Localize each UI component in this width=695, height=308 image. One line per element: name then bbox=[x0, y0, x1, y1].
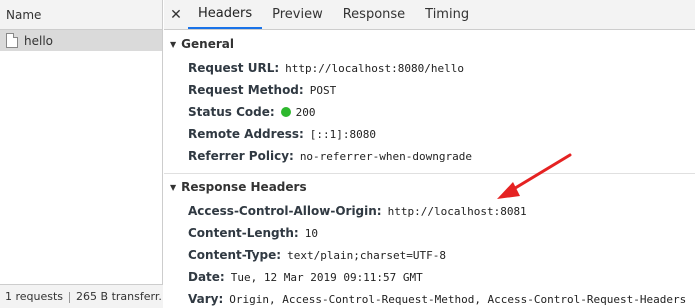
general-section-header[interactable]: ▼ General bbox=[164, 31, 695, 57]
request-count: 1 requests bbox=[5, 290, 64, 303]
header-row: Content-Type: text/plain;charset=UTF-8 bbox=[164, 244, 695, 266]
header-row: Request URL: http://localhost:8080/hello bbox=[164, 57, 695, 79]
header-row: Remote Address: [::1]:8080 bbox=[164, 123, 695, 145]
header-key: Request Method: bbox=[188, 83, 304, 97]
close-icon[interactable]: ✕ bbox=[164, 0, 188, 29]
transferred-size: 265 B transferr... bbox=[76, 290, 163, 303]
header-value: POST bbox=[309, 83, 337, 97]
status-ok-icon bbox=[280, 107, 291, 117]
triangle-down-icon: ▼ bbox=[170, 39, 177, 49]
header-value: http://localhost:8080/hello bbox=[285, 61, 464, 75]
general-section: ▼ General Request URL: http://localhost:… bbox=[164, 31, 695, 174]
request-details-pane: ✕ Headers Preview Response Timing ▼ Gene… bbox=[164, 0, 695, 308]
header-value: text/plain;charset=UTF-8 bbox=[287, 248, 447, 262]
header-key: Request URL: bbox=[188, 61, 280, 75]
header-key: Content-Length: bbox=[188, 226, 299, 240]
header-row: Access-Control-Allow-Origin: http://loca… bbox=[164, 200, 695, 222]
header-value: Tue, 12 Mar 2019 09:11:57 GMT bbox=[230, 270, 423, 284]
header-value: Origin, Access-Control-Request-Method, A… bbox=[229, 292, 687, 306]
header-key: Date: bbox=[188, 270, 225, 284]
header-row: Status Code: 200 bbox=[164, 101, 695, 123]
header-row: Vary: Origin, Access-Control-Request-Met… bbox=[164, 288, 695, 308]
header-row: Content-Length: 10 bbox=[164, 222, 695, 244]
header-value: http://localhost:8081 bbox=[387, 204, 527, 218]
name-column-header[interactable]: Name bbox=[0, 0, 162, 30]
header-value: 200 bbox=[295, 105, 316, 119]
status-separator bbox=[69, 291, 71, 303]
header-value: 10 bbox=[304, 226, 318, 240]
header-key: Access-Control-Allow-Origin: bbox=[188, 204, 382, 218]
tab-headers[interactable]: Headers bbox=[188, 0, 263, 29]
header-row: Request Method: POST bbox=[164, 79, 695, 101]
request-name: hello bbox=[24, 33, 53, 48]
network-status-bar: 1 requests 265 B transferr... bbox=[0, 284, 163, 308]
header-key: Status Code: bbox=[188, 105, 275, 119]
response-headers-section-header[interactable]: ▼ Response Headers bbox=[164, 174, 695, 200]
header-key: Vary: bbox=[188, 292, 224, 306]
triangle-down-icon: ▼ bbox=[170, 182, 177, 192]
request-row-hello[interactable]: hello bbox=[0, 30, 162, 51]
details-tab-bar: ✕ Headers Preview Response Timing bbox=[164, 0, 695, 30]
header-key: Remote Address: bbox=[188, 127, 304, 141]
header-key: Referrer Policy: bbox=[188, 149, 294, 163]
header-key: Content-Type: bbox=[188, 248, 282, 262]
header-value: no-referrer-when-downgrade bbox=[299, 149, 472, 163]
header-row: Referrer Policy: no-referrer-when-downgr… bbox=[164, 145, 695, 167]
tab-preview[interactable]: Preview bbox=[262, 0, 333, 29]
tab-response[interactable]: Response bbox=[333, 0, 415, 29]
request-list-pane: Name hello 1 requests 265 B transferr... bbox=[0, 0, 163, 308]
response-headers-title: Response Headers bbox=[181, 180, 307, 194]
general-title: General bbox=[181, 37, 234, 51]
header-value: [::1]:8080 bbox=[309, 127, 377, 141]
header-row: Date: Tue, 12 Mar 2019 09:11:57 GMT bbox=[164, 266, 695, 288]
response-headers-section: ▼ Response Headers Access-Control-Allow-… bbox=[164, 174, 695, 308]
document-icon bbox=[6, 33, 18, 48]
tab-timing[interactable]: Timing bbox=[415, 0, 479, 29]
